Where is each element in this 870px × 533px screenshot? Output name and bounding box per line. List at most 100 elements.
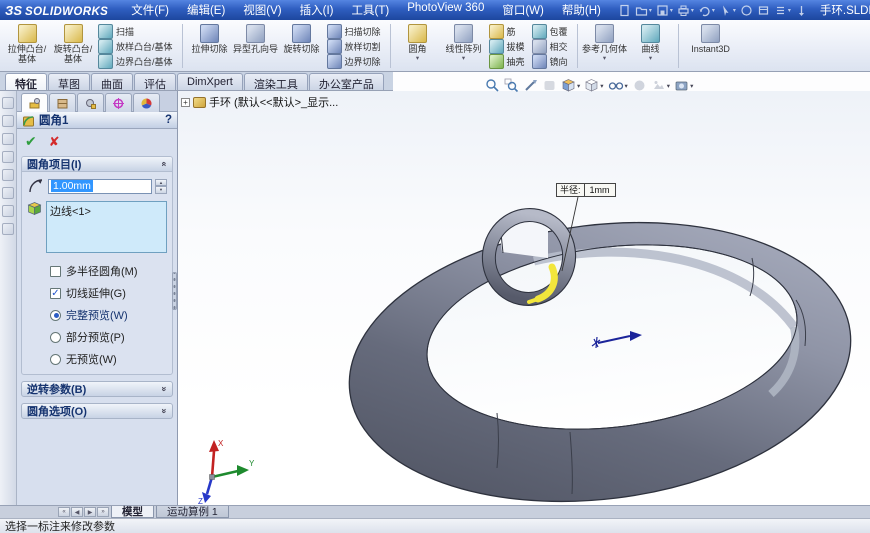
zoom-area-button[interactable] [503,78,520,93]
print-dropdown-caret[interactable]: ▾ [691,7,694,14]
spinner-down-icon[interactable]: ▼ [155,186,167,194]
menu-insert[interactable]: 插入(I) [291,0,343,20]
instant3d-button[interactable]: Instant3D [683,22,739,70]
view-orientation-caret[interactable]: ▾ [577,82,580,90]
undo-icon[interactable]: ▾ [696,4,717,17]
fillet-dropdown-caret[interactable]: ▾ [416,55,419,62]
strip-tool-icon-2[interactable] [2,115,14,127]
tab-evaluate[interactable]: 评估 [134,73,176,90]
collapse-chevron-icon[interactable]: « [159,161,169,166]
linear-pattern-button[interactable]: 线性阵列 ▾ [441,22,487,70]
cancel-button[interactable]: ✘ [49,134,60,150]
curves-button[interactable]: 曲线 ▾ [628,22,674,70]
tree-expander-icon[interactable]: + [181,98,190,107]
instant3d-toggle-icon[interactable] [793,4,810,17]
swept-cut-button[interactable]: 扫描切除 [325,24,386,39]
print-icon[interactable]: ▾ [675,4,696,17]
tab-render-tools[interactable]: 渲染工具 [244,73,308,90]
tab-office-products[interactable]: 办公室产品 [309,73,384,90]
curves-dropdown-caret[interactable]: ▾ [649,55,652,62]
menu-tools[interactable]: 工具(T) [343,0,399,20]
boundary-boss-button[interactable]: 边界凸台/基体 [96,54,178,69]
select-dropdown-caret[interactable]: ▾ [733,7,736,14]
model-tab[interactable]: 模型 [111,506,154,518]
file-properties-icon[interactable]: ▾ [772,4,793,17]
tree-root-label[interactable]: 手环 (默认<<默认>_显示... [209,94,338,110]
spinner-up-icon[interactable]: ▲ [155,179,167,187]
tab-dimxpert-manager[interactable] [77,93,104,112]
fillet-button[interactable]: 圆角 ▾ [395,22,441,70]
strip-tool-icon-8[interactable] [2,223,14,235]
menu-photoview360[interactable]: PhotoView 360 [398,0,493,20]
setback-parameters-bar[interactable]: 逆转参数(B) » [21,381,173,397]
menu-help[interactable]: 帮助(H) [553,0,610,20]
wrap-button[interactable]: 包覆 [530,24,573,39]
options-icon[interactable] [755,4,772,17]
edit-appearance-button[interactable] [631,78,648,93]
hole-wizard-button[interactable]: 异型孔向导 [233,22,279,70]
rebuild-icon[interactable] [738,4,755,17]
tab-features[interactable]: 特征 [5,73,47,90]
graphics-viewport[interactable]: X Y Z + 手环 (默认<<默认>_显示... 半径: 1mm [178,91,870,505]
nav-first-button[interactable]: « [58,507,70,517]
strip-tool-icon-4[interactable] [2,151,14,163]
nav-next-button[interactable]: ▶ [84,507,96,517]
menu-window[interactable]: 窗口(W) [493,0,553,20]
rib-button[interactable]: 筋 [487,24,530,39]
previous-view-button[interactable] [541,78,558,93]
hide-show-items-button[interactable]: ▾ [607,78,629,93]
menu-view[interactable]: 视图(V) [234,0,290,20]
properties-dropdown-caret[interactable]: ▾ [788,7,791,14]
tangent-propagation-checkbox[interactable]: ✓ [50,288,61,299]
nav-last-button[interactable]: » [97,507,109,517]
intersect-button[interactable]: 相交 [530,39,573,54]
open-icon[interactable]: ▾ [633,4,654,17]
revolved-boss-button[interactable]: 旋转凸台/基体 [50,22,96,70]
tab-dimxpert[interactable]: DimXpert [177,73,243,90]
extruded-boss-button[interactable]: 拉伸凸台/基体 [4,22,50,70]
undo-dropdown-caret[interactable]: ▾ [712,7,715,14]
view-settings-button[interactable]: ▾ [673,78,694,93]
strip-tool-icon-7[interactable] [2,205,14,217]
lofted-boss-button[interactable]: 放样凸台/基体 [96,39,178,54]
strip-tool-icon-5[interactable] [2,169,14,181]
tab-display-manager[interactable] [105,93,132,112]
tab-property-manager[interactable] [21,93,48,112]
swept-boss-button[interactable]: 扫描 [96,24,178,39]
menu-edit[interactable]: 编辑(E) [178,0,234,20]
view-settings-caret[interactable]: ▾ [690,82,693,90]
save-icon[interactable]: ▾ [654,4,675,17]
display-style-button[interactable]: ▾ [583,78,604,93]
mirror-button[interactable]: 镜向 [530,54,573,69]
lofted-cut-button[interactable]: 放样切割 [325,39,386,54]
expand-chevron-icon[interactable]: » [159,408,169,413]
zoom-fit-button[interactable] [484,78,501,93]
fillet-options-bar[interactable]: 圆角选项(O) » [21,403,173,419]
apply-scene-caret[interactable]: ▾ [667,82,670,90]
radius-field[interactable]: 1.00mm [48,179,152,194]
no-preview-radio[interactable] [50,354,61,365]
reference-geometry-button[interactable]: 参考几何体 ▾ [582,22,628,70]
shell-button[interactable]: 抽壳 [487,54,530,69]
panel-resize-grip[interactable] [172,272,177,310]
expand-chevron-icon[interactable]: » [159,386,169,391]
tab-surfaces[interactable]: 曲面 [91,73,133,90]
edge-selection-box[interactable]: 边线<1> [46,201,167,253]
full-preview-radio[interactable] [50,310,61,321]
nav-prev-button[interactable]: ◀ [71,507,83,517]
revolved-cut-button[interactable]: 旋转切除 [279,22,325,70]
new-document-icon[interactable] [616,4,633,17]
motion-study-tab[interactable]: 运动算例 1 [156,506,229,518]
tab-configuration-manager[interactable] [49,93,76,112]
partial-preview-radio[interactable] [50,332,61,343]
strip-tool-icon-3[interactable] [2,133,14,145]
boundary-cut-button[interactable]: 边界切除 [325,54,386,69]
model-canvas[interactable]: X Y Z [178,91,870,505]
strip-tool-icon-1[interactable] [2,97,14,109]
section-view-button[interactable] [522,78,539,93]
select-cursor-icon[interactable]: ▾ [717,4,738,17]
radius-annotation[interactable]: 半径: 1mm [556,183,616,197]
fillet-items-header[interactable]: 圆角项目(I) « [22,157,172,172]
multi-radius-checkbox[interactable] [50,266,61,277]
linear-pattern-dropdown-caret[interactable]: ▾ [462,55,465,62]
